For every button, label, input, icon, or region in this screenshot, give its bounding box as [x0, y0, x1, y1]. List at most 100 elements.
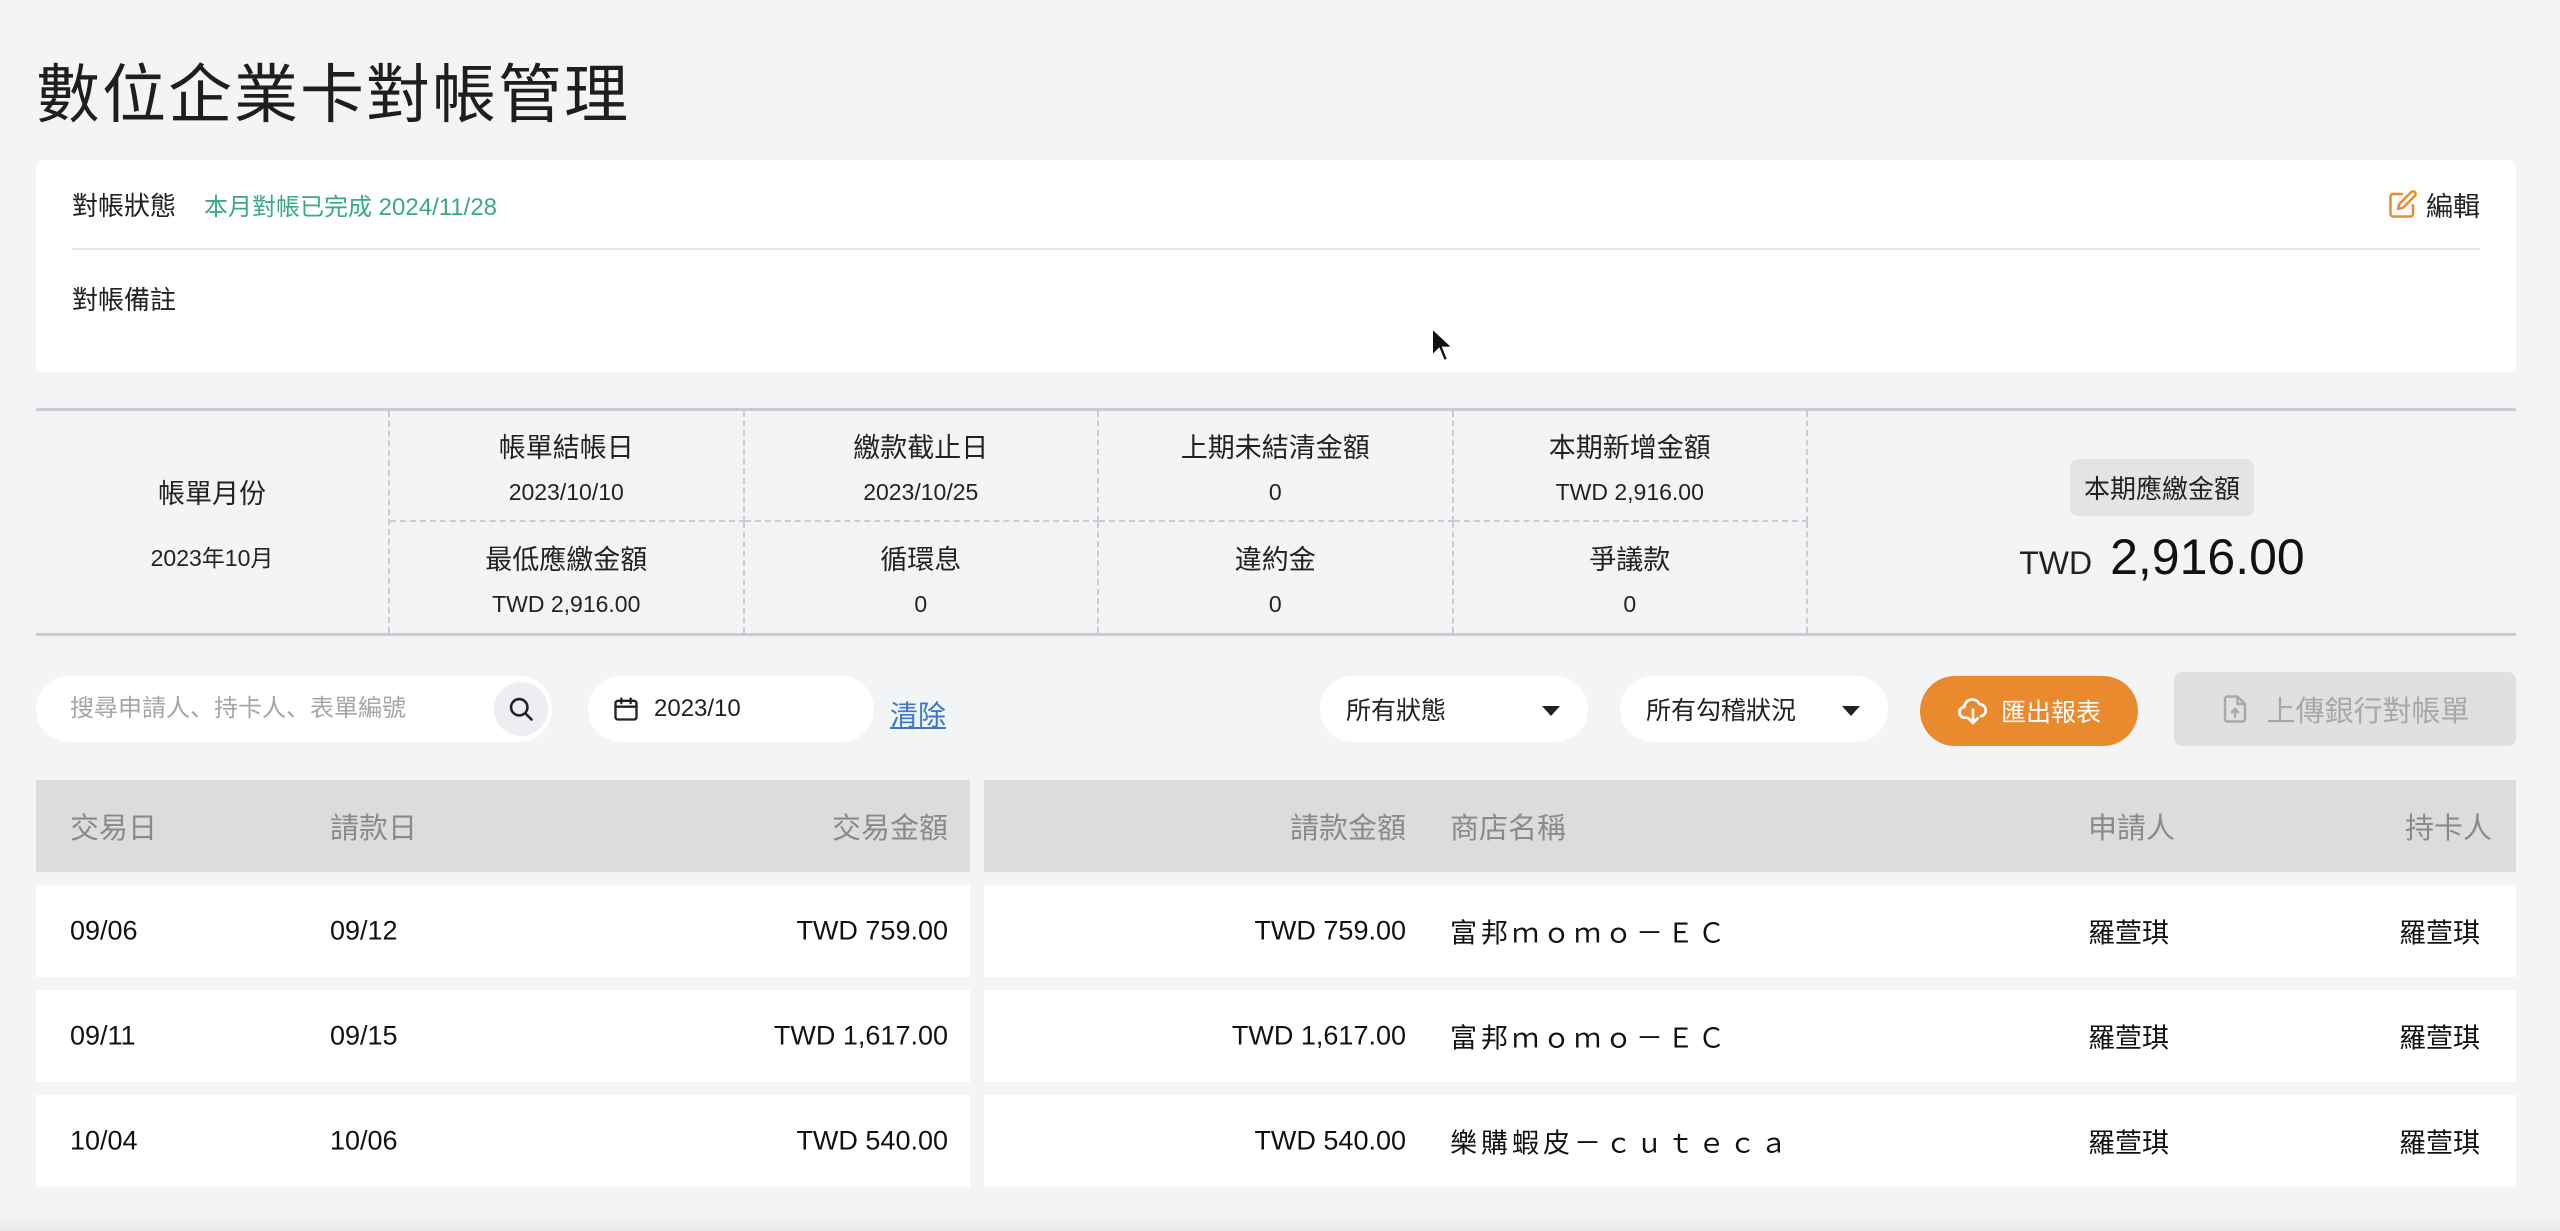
- export-report-label: 匯出報表: [2000, 699, 2101, 727]
- header-trade-amount[interactable]: 交易金額: [832, 805, 948, 847]
- claim-date: 09/15: [330, 1020, 398, 1051]
- filter-toolbar: 2023/10 清除 所有狀態 所有勾稽狀況 匯出報表 上傳銀行對帳單: [36, 672, 2516, 746]
- summary-cell: 上期未結清金額 0: [1099, 411, 1454, 522]
- summary-cell: 帳單結帳日 2023/10/10: [390, 411, 745, 522]
- status-value: 本月對帳已完成 2024/11/28: [204, 193, 498, 221]
- claim-amount: TWD 1,617.00: [1231, 1020, 1406, 1051]
- statement-summary: 帳單月份 2023年10月 帳單結帳日 2023/10/10 繳款截止日 202…: [36, 408, 2516, 636]
- claim-date: 10/06: [330, 1125, 398, 1156]
- row-left: 09/11 09/15 TWD 1,617.00: [36, 990, 970, 1082]
- summary-cell: 循環息 0: [745, 522, 1099, 633]
- summary-value: 0: [1268, 478, 1282, 505]
- status-label: 對帳狀態: [72, 190, 177, 221]
- bottom-shadow: [0, 1211, 2560, 1231]
- search-box: [36, 676, 552, 742]
- total-currency: TWD: [2019, 544, 2093, 581]
- trade-date: 10/04: [70, 1125, 138, 1156]
- table-row[interactable]: 09/06 09/12 TWD 759.00 TWD 759.00 富邦ｍｏｍｏ…: [36, 885, 2516, 977]
- claim-amount: TWD 540.00: [1254, 1125, 1406, 1156]
- summary-value: 2023/10/25: [863, 478, 979, 505]
- trade-date: 09/06: [70, 915, 138, 946]
- search-input[interactable]: [70, 695, 470, 723]
- summary-value: TWD 2,916.00: [1555, 478, 1704, 505]
- row-right: TWD 540.00 樂購蝦皮－ｃｕｔｅｃａ 羅萱琪 羅萱琪: [984, 1095, 2516, 1187]
- total-due-badge: 本期應繳金額: [2069, 458, 2254, 516]
- summary-label: 最低應繳金額: [485, 544, 648, 575]
- reconcile-select-value: 所有勾稽狀況: [1646, 697, 1797, 725]
- header-left: 交易日 請款日 交易金額: [36, 780, 970, 872]
- calendar-icon: [614, 697, 638, 721]
- applicant: 羅萱琪: [2088, 918, 2169, 949]
- summary-label: 繳款截止日: [853, 432, 989, 463]
- summary-label: 上期未結清金額: [1180, 432, 1370, 463]
- trade-amount: TWD 540.00: [796, 1125, 948, 1156]
- status-select[interactable]: 所有狀態: [1320, 676, 1588, 742]
- applicant: 羅萱琪: [2088, 1023, 2169, 1054]
- edit-label: 編輯: [2426, 191, 2480, 222]
- total-value: 2,916.00: [2110, 528, 2305, 585]
- status-row: 對帳狀態 本月對帳已完成 2024/11/28 編輯: [72, 160, 2480, 250]
- status-select-value: 所有狀態: [1346, 697, 1447, 725]
- summary-label: 循環息: [880, 544, 962, 575]
- edit-icon: [2389, 190, 2417, 218]
- file-upload-icon: [2224, 695, 2247, 723]
- note-label: 對帳備註: [72, 285, 177, 315]
- header-claim-amount[interactable]: 請款金額: [1290, 805, 1406, 847]
- summary-cell: 最低應繳金額 TWD 2,916.00: [390, 522, 745, 633]
- cardholder: 羅萱琪: [2399, 1023, 2480, 1054]
- page-title: 數位企業卡對帳管理: [36, 59, 630, 131]
- summary-value: 0: [1623, 590, 1637, 617]
- summary-value: TWD 2,916.00: [492, 590, 641, 617]
- row-left: 10/04 10/06 TWD 540.00: [36, 1095, 970, 1187]
- summary-value: 0: [1268, 590, 1282, 617]
- summary-value: 2023/10/10: [508, 478, 624, 505]
- trade-amount: TWD 1,617.00: [773, 1020, 948, 1051]
- edit-button[interactable]: 編輯: [2388, 185, 2480, 224]
- header-applicant[interactable]: 申請人: [2088, 805, 2175, 847]
- header-cardholder[interactable]: 持卡人: [2405, 805, 2492, 847]
- upload-statement-label: 上傳銀行對帳單: [2266, 696, 2470, 728]
- reconciliation-status-card: 對帳狀態 本月對帳已完成 2024/11/28 編輯 對帳備註: [36, 160, 2516, 372]
- transaction-table: 交易日 請款日 交易金額 請款金額 商店名稱 申請人 持卡人 09/06 09/…: [36, 780, 2516, 1187]
- total-due: 本期應繳金額 TWD 2,916.00: [1808, 411, 2516, 633]
- row-left: 09/06 09/12 TWD 759.00: [36, 885, 970, 977]
- applicant: 羅萱琪: [2088, 1128, 2169, 1159]
- header-claim-date[interactable]: 請款日: [330, 805, 417, 847]
- summary-label: 本期新增金額: [1548, 432, 1711, 463]
- summary-value: 0: [914, 590, 928, 617]
- summary-cell: 繳款截止日 2023/10/25: [744, 411, 1099, 522]
- reconcile-select[interactable]: 所有勾稽狀況: [1620, 676, 1888, 742]
- claim-date: 09/12: [330, 915, 398, 946]
- claim-amount: TWD 759.00: [1254, 915, 1406, 946]
- shop-name: 樂購蝦皮－ｃｕｔｅｃａ: [1450, 1128, 1791, 1159]
- cardholder: 羅萱琪: [2399, 918, 2480, 949]
- shop-name: 富邦ｍｏｍｏ－ＥＣ: [1450, 918, 1729, 949]
- table-row[interactable]: 09/11 09/15 TWD 1,617.00 TWD 1,617.00 富邦…: [36, 990, 2516, 1082]
- header-shop[interactable]: 商店名稱: [1450, 805, 1566, 847]
- table-row[interactable]: 10/04 10/06 TWD 540.00 TWD 540.00 樂購蝦皮－ｃ…: [36, 1095, 2516, 1187]
- summary-label: 違約金: [1234, 544, 1316, 575]
- header-trade-date[interactable]: 交易日: [70, 805, 157, 847]
- summary-label: 爭議款: [1589, 544, 1671, 575]
- month-label: 帳單月份: [158, 478, 266, 509]
- search-button[interactable]: [494, 682, 548, 736]
- month-picker-value: 2023/10: [654, 695, 741, 722]
- caret-down-icon: [1842, 706, 1860, 716]
- trade-amount: TWD 759.00: [796, 915, 948, 946]
- row-right: TWD 759.00 富邦ｍｏｍｏ－ＥＣ 羅萱琪 羅萱琪: [984, 885, 2516, 977]
- summary-cell: 爭議款 0: [1454, 522, 1808, 633]
- clear-link[interactable]: 清除: [890, 694, 946, 734]
- trade-date: 09/11: [70, 1020, 136, 1051]
- total-due-amount: TWD 2,916.00: [2019, 528, 2305, 586]
- header-right: 請款金額 商店名稱 申請人 持卡人: [984, 780, 2516, 872]
- month-value: 2023年10月: [150, 544, 274, 571]
- cloud-download-icon: [1958, 698, 1988, 725]
- upload-statement-button[interactable]: 上傳銀行對帳單: [2174, 672, 2516, 746]
- row-right: TWD 1,617.00 富邦ｍｏｍｏ－ＥＣ 羅萱琪 羅萱琪: [984, 990, 2516, 1082]
- export-report-button[interactable]: 匯出報表: [1920, 676, 2138, 746]
- month-picker[interactable]: 2023/10: [588, 676, 874, 742]
- mouse-cursor-icon: [1431, 326, 1456, 363]
- table-header: 交易日 請款日 交易金額 請款金額 商店名稱 申請人 持卡人: [36, 780, 2516, 872]
- summary-label: 帳單結帳日: [498, 432, 634, 463]
- caret-down-icon: [1542, 706, 1560, 716]
